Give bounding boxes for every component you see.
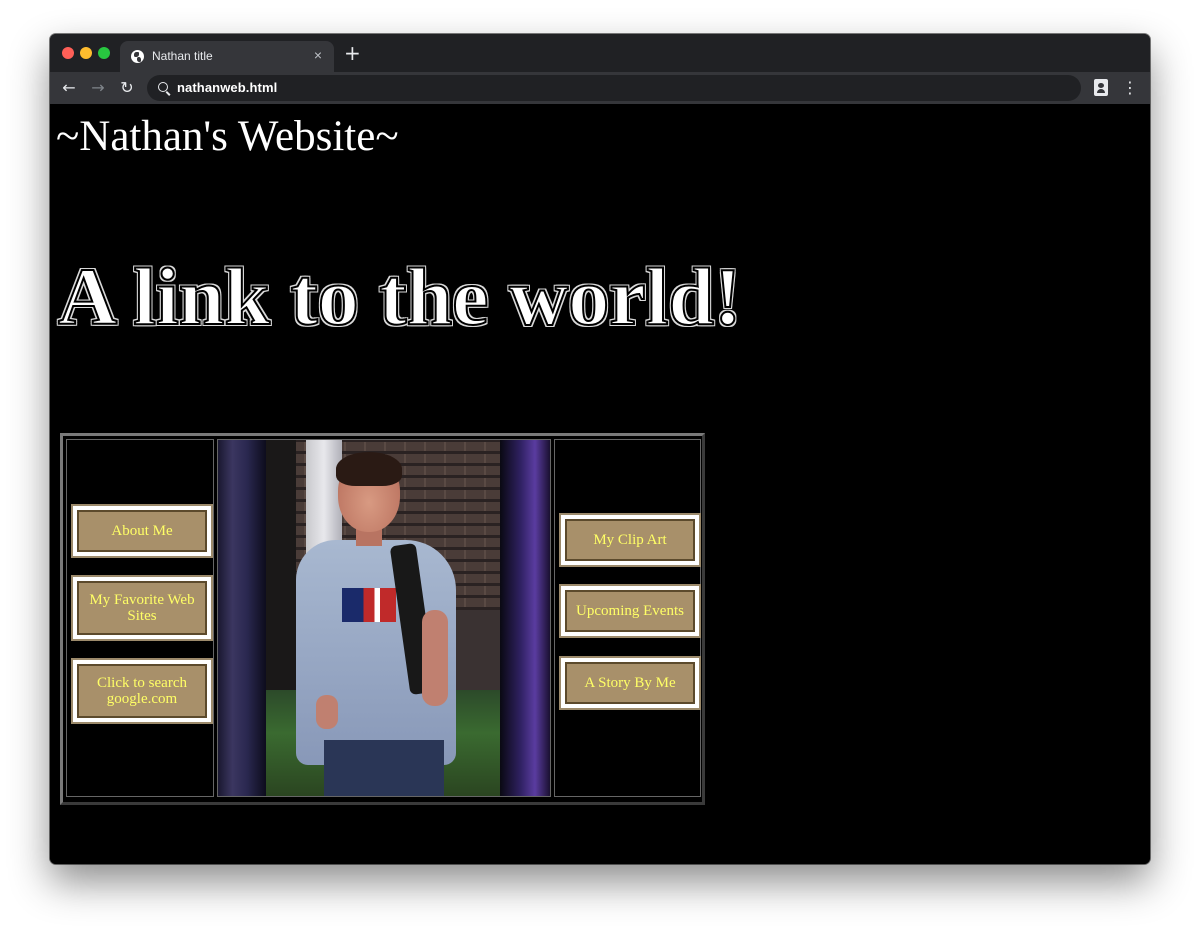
upcoming-events-button[interactable]: Upcoming Events — [559, 584, 701, 638]
story-button[interactable]: A Story By Me — [559, 656, 701, 710]
layout-table: About Me My Favorite Web Sites Click to … — [60, 433, 705, 805]
search-icon — [158, 82, 168, 92]
photo-cell — [217, 439, 551, 797]
site-title: ~Nathan's Website~ — [56, 113, 399, 160]
favorite-sites-button[interactable]: My Favorite Web Sites — [71, 575, 213, 641]
tab-bar: Nathan title × + — [50, 34, 1150, 72]
minimize-window-button[interactable] — [80, 47, 92, 59]
address-bar[interactable]: nathanweb.html — [147, 75, 1081, 101]
extension-icon[interactable] — [1094, 79, 1108, 96]
reload-icon[interactable]: ↻ — [116, 77, 138, 99]
page-content: ~Nathan's Website~ A link to the world! … — [50, 104, 1150, 864]
tab-active[interactable]: Nathan title × — [120, 41, 334, 72]
tab-title: Nathan title — [152, 49, 213, 63]
url-text[interactable]: nathanweb.html — [177, 80, 277, 95]
browser-toolbar: ← → ↻ nathanweb.html ⋮ — [50, 72, 1150, 104]
clip-art-label: My Clip Art — [565, 519, 695, 561]
back-arrow-icon[interactable]: ← — [58, 77, 80, 99]
globe-icon — [131, 50, 144, 63]
new-tab-button[interactable]: + — [344, 43, 361, 63]
clip-art-button[interactable]: My Clip Art — [559, 513, 701, 567]
google-search-label: Click to search google.com — [77, 664, 207, 718]
about-me-button[interactable]: About Me — [71, 504, 213, 558]
portrait-photo — [266, 440, 502, 796]
about-me-label: About Me — [77, 510, 207, 552]
headline: A link to the world! — [57, 251, 742, 343]
browser-window: Nathan title × + ← → ↻ nathanweb.html ⋮ … — [50, 34, 1150, 864]
photo-frame-right — [500, 440, 550, 796]
left-nav-cell: About Me My Favorite Web Sites Click to … — [66, 439, 214, 797]
right-nav-cell: My Clip Art Upcoming Events A Story By M… — [554, 439, 701, 797]
favorite-sites-label: My Favorite Web Sites — [77, 581, 207, 635]
close-window-button[interactable] — [62, 47, 74, 59]
maximize-window-button[interactable] — [98, 47, 110, 59]
photo-frame-left — [218, 440, 266, 796]
story-label: A Story By Me — [565, 662, 695, 704]
kebab-menu-icon[interactable]: ⋮ — [1122, 78, 1138, 98]
upcoming-events-label: Upcoming Events — [565, 590, 695, 632]
forward-arrow-icon[interactable]: → — [87, 77, 109, 99]
google-search-button[interactable]: Click to search google.com — [71, 658, 213, 724]
tab-close-icon[interactable]: × — [310, 47, 326, 63]
